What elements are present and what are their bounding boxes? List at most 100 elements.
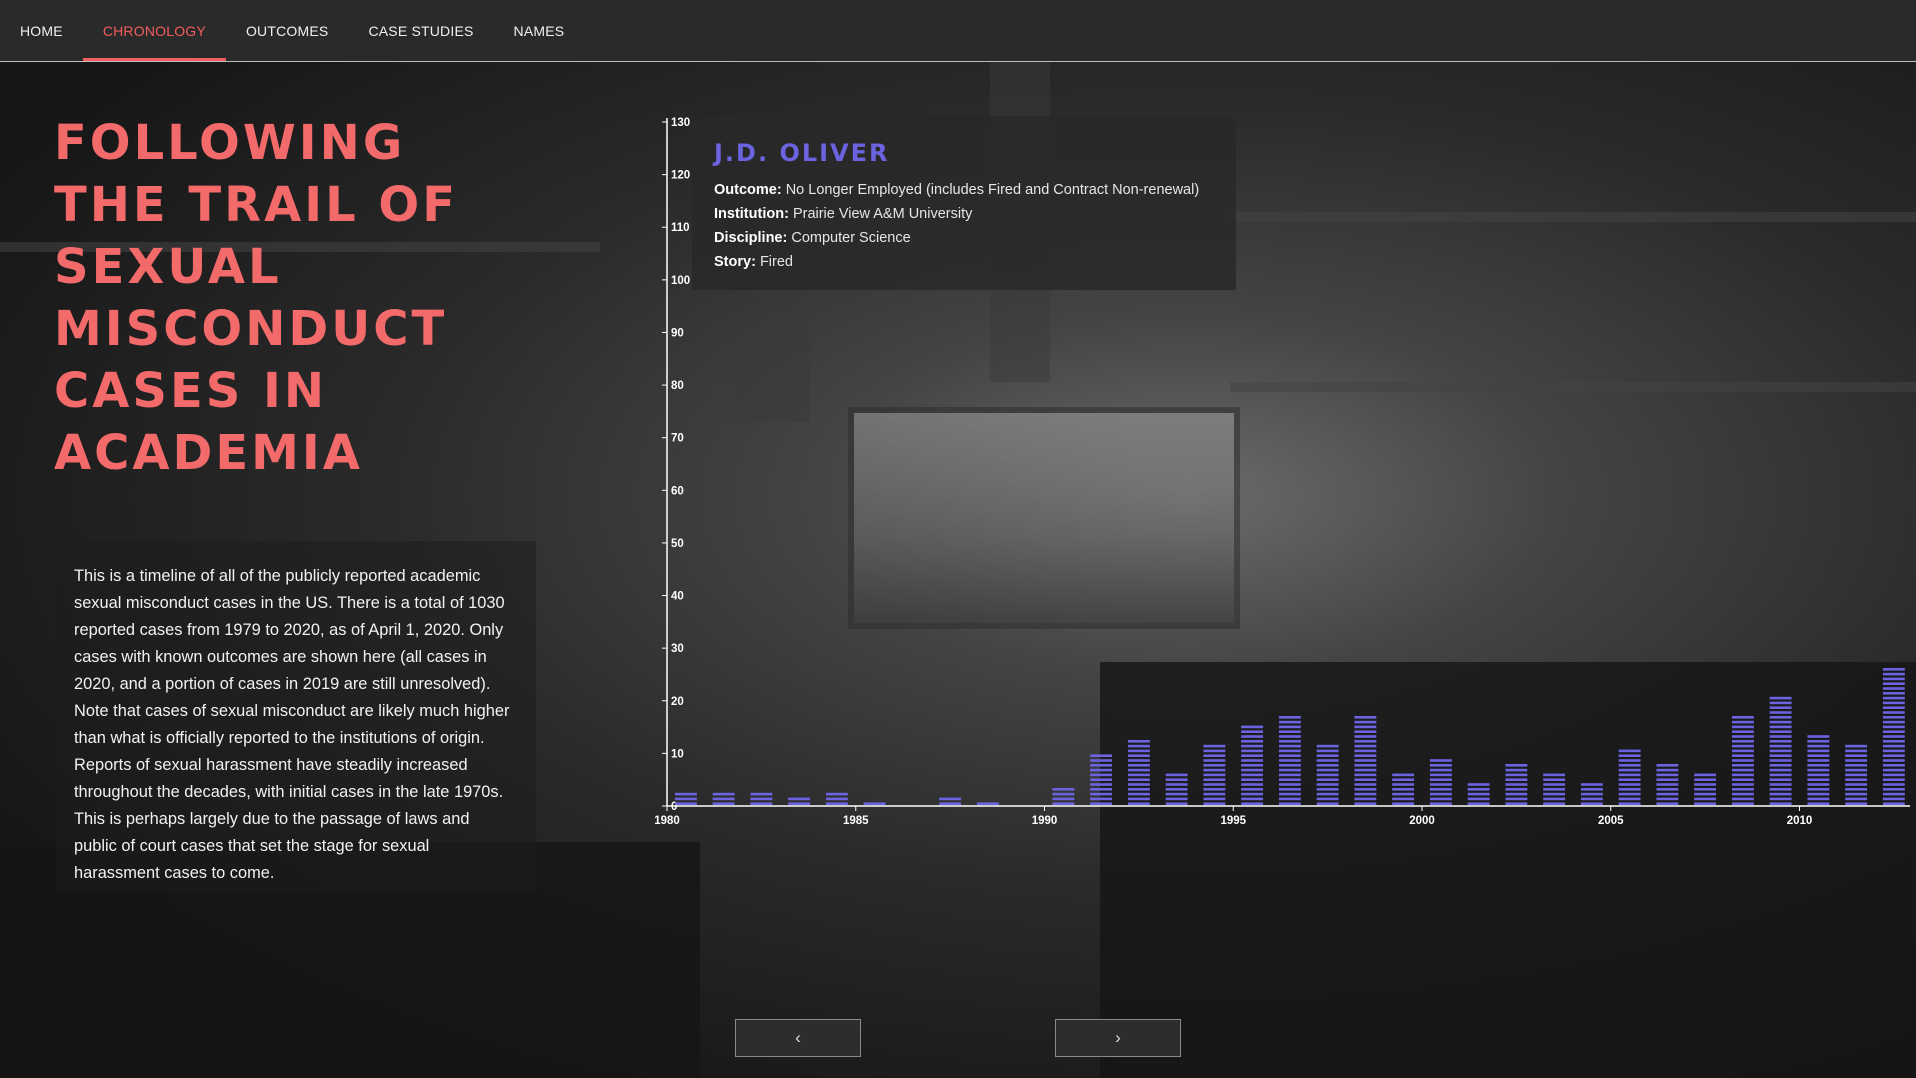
bar-segment [1769, 783, 1792, 786]
bar-segment [1127, 744, 1150, 748]
bar-segment [1845, 749, 1868, 753]
bar-segment [1429, 797, 1452, 801]
bar-segment [1241, 744, 1264, 748]
bar-segment [1618, 792, 1641, 796]
y-tick: 50 [662, 538, 684, 550]
bar [1278, 716, 1301, 805]
bar-segment [1882, 701, 1905, 705]
y-tick-label: 60 [671, 485, 684, 497]
bar-segment [1052, 797, 1075, 801]
bar-segment [1127, 740, 1150, 743]
bar-segment [1090, 773, 1113, 777]
bar-segment [1769, 711, 1792, 714]
bar-segment [1505, 802, 1528, 805]
bar-segment [1316, 749, 1339, 753]
bar-segment [1807, 740, 1830, 743]
bar-segment [1845, 783, 1868, 786]
bar-segment [1769, 759, 1792, 762]
bar-segment [1203, 802, 1226, 805]
bar-segment [1505, 773, 1528, 777]
bar-segment [1769, 788, 1792, 791]
bar-segment [1694, 797, 1717, 801]
bar-segment [1882, 735, 1905, 738]
tooltip-outcome: Outcome: No Longer Employed (includes Fi… [714, 178, 1214, 202]
y-tick: 60 [662, 485, 684, 497]
bar-segment [1731, 744, 1754, 748]
bar-segment [1316, 768, 1339, 772]
bar-segment [1580, 792, 1603, 796]
bar-segment [1845, 754, 1868, 757]
bar-segment [712, 797, 735, 801]
y-tick: 10 [662, 748, 684, 760]
x-tick-label: 1990 [1032, 815, 1058, 827]
bar-segment [1203, 788, 1226, 791]
y-tick-label: 80 [671, 380, 684, 392]
bar-segment [1882, 711, 1905, 714]
nav-home[interactable]: HOME [0, 0, 83, 61]
bar-segment [1241, 773, 1264, 777]
bar [1429, 759, 1452, 805]
bar-segment [1090, 759, 1113, 762]
bar-segment [1731, 730, 1754, 733]
bar-segment [1467, 783, 1490, 786]
bar-segment [1354, 716, 1377, 719]
bar-segment [1580, 802, 1603, 805]
x-tick-label: 2010 [1787, 815, 1813, 827]
bar-segment [750, 797, 773, 801]
bar-segment [1694, 783, 1717, 786]
bar-segment [1731, 773, 1754, 777]
bar-segment [1656, 792, 1679, 796]
previous-button[interactable]: ‹ [735, 1019, 861, 1057]
x-tick: 2000 [1409, 806, 1435, 827]
bar-segment [1165, 773, 1188, 777]
bar-segment [1090, 788, 1113, 791]
bar-segment [1656, 768, 1679, 772]
bar-segment [1203, 768, 1226, 772]
bar-segment [1882, 764, 1905, 767]
bar-segment [1731, 740, 1754, 743]
bar-segment [1278, 740, 1301, 743]
bar-segment [1845, 773, 1868, 777]
nav-chronology[interactable]: CHRONOLOGY [82, 0, 226, 61]
x-tick-label: 2005 [1598, 815, 1624, 827]
bar [750, 792, 773, 805]
y-tick-label: 120 [671, 170, 690, 182]
bar [1165, 773, 1188, 805]
bar-segment [1807, 792, 1830, 796]
bar-segment [1845, 778, 1868, 781]
bar-segment [1543, 778, 1566, 781]
bar-segment [1278, 792, 1301, 796]
bar-segment [1656, 797, 1679, 801]
bar-segment [1882, 797, 1905, 801]
bar-segment [1241, 792, 1264, 796]
bar-segment [1090, 778, 1113, 781]
bar-segment [674, 792, 697, 796]
bar-segment [1429, 788, 1452, 791]
bar-segment [674, 802, 697, 805]
bar-segment [1127, 754, 1150, 757]
nav-outcomes[interactable]: OUTCOMES [226, 0, 349, 61]
nav-names[interactable]: NAMES [494, 0, 585, 61]
nav-case-studies[interactable]: CASE STUDIES [348, 0, 493, 61]
bar-segment [1316, 792, 1339, 796]
bar-segment [1241, 788, 1264, 791]
y-tick: 30 [662, 643, 684, 655]
next-button[interactable]: › [1055, 1019, 1181, 1057]
bar-segment [1618, 802, 1641, 805]
bar [1656, 764, 1679, 805]
bar-segment [1278, 797, 1301, 801]
bar-segment [1807, 744, 1830, 748]
bar-segment [1807, 768, 1830, 772]
bar-segment [1618, 768, 1641, 772]
bar-segment [1731, 759, 1754, 762]
bar-segment [1241, 749, 1264, 753]
bar-segment [1354, 744, 1377, 748]
bar-segment [1769, 792, 1792, 796]
x-tick: 2005 [1598, 806, 1624, 827]
bar-segment [788, 797, 811, 801]
bar-segment [1090, 792, 1113, 796]
bar-segment [1090, 802, 1113, 805]
tooltip-name: J.D. OLIVER [714, 139, 890, 167]
bar-segment [1127, 759, 1150, 762]
bar-segment [1769, 754, 1792, 757]
